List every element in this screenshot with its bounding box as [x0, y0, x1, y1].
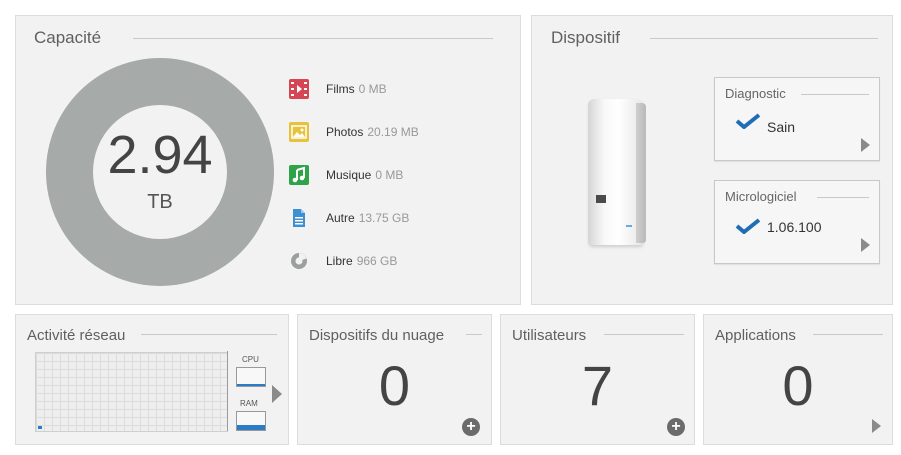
add-user-button[interactable]: + — [667, 418, 685, 436]
title-divider — [813, 334, 883, 335]
legend-item-other[interactable]: Autre 13.75 GB — [289, 207, 489, 231]
device-title: Dispositif — [551, 28, 620, 47]
legend-item-photos[interactable]: Photos 20.19 MB — [289, 121, 489, 145]
cpu-label: CPU — [242, 355, 259, 364]
music-icon — [289, 165, 309, 185]
title-divider — [133, 38, 493, 39]
title-divider — [466, 334, 482, 335]
legend-value: 20.19 MB — [367, 125, 419, 139]
legend-value: 0 MB — [358, 82, 387, 96]
checkmark-icon — [735, 113, 761, 129]
add-cloud-device-button[interactable]: + — [462, 418, 480, 436]
cloud-title: Dispositifs du nuage — [309, 327, 445, 344]
donut-center: 2.94 TB — [93, 105, 227, 239]
cpu-meter-fill — [237, 384, 265, 386]
checkmark-icon — [735, 218, 761, 234]
firmware-card[interactable]: Micrologiciel 1.06.100 — [714, 180, 880, 264]
ram-meter — [236, 411, 266, 431]
legend-value: 13.75 GB — [358, 211, 410, 225]
network-activity-panel: Activité réseau CPU RAM — [15, 314, 289, 445]
capacity-panel: Capacité 2.94 TB Films 0 MB Photos 20.19 M… — [15, 15, 521, 305]
applications-panel[interactable]: Applications 0 — [703, 314, 893, 445]
film-icon — [289, 79, 309, 99]
diagnostic-title: Diagnostic — [725, 86, 786, 101]
legend-value: 966 GB — [356, 254, 398, 268]
title-divider — [650, 38, 878, 39]
firmware-version: 1.06.100 — [767, 219, 822, 235]
legend-label: Musique — [326, 168, 372, 182]
title-divider — [141, 334, 277, 335]
cloud-devices-panel[interactable]: Dispositifs du nuage 0 + — [297, 314, 492, 445]
brand-logo — [596, 195, 606, 203]
capacity-total-value: 2.94 — [107, 125, 213, 185]
legend-item-music[interactable]: Musique 0 MB — [289, 164, 489, 188]
device-image — [588, 99, 646, 245]
legend-label: Autre — [326, 211, 355, 225]
chevron-right-icon[interactable] — [861, 238, 870, 252]
legend-label: Libre — [326, 254, 353, 268]
legend-item-free[interactable]: Libre 966 GB — [289, 250, 489, 274]
network-title: Activité réseau — [27, 327, 126, 344]
legend-value: 0 MB — [375, 168, 404, 182]
users-panel[interactable]: Utilisateurs 7 + — [500, 314, 695, 445]
firmware-title: Micrologiciel — [725, 189, 797, 204]
ram-meter-fill — [237, 424, 265, 430]
diagnostic-status: Sain — [767, 119, 796, 135]
document-icon — [289, 208, 309, 228]
device-panel: Dispositif Diagnostic Sain Micrologiciel… — [531, 15, 893, 305]
legend-label: Films — [326, 82, 355, 96]
diagnostic-card[interactable]: Diagnostic Sain — [714, 77, 880, 161]
capacity-total-unit: TB — [147, 191, 173, 213]
led-indicator — [626, 225, 632, 227]
capacity-donut-chart: 2.94 TB — [46, 58, 274, 286]
legend-label: Photos — [326, 125, 364, 139]
user-count: 7 — [581, 354, 614, 417]
chevron-right-icon[interactable] — [861, 138, 870, 152]
application-count: 0 — [782, 354, 814, 417]
ram-label: RAM — [240, 399, 258, 408]
cpu-meter — [236, 367, 266, 387]
photo-icon — [289, 122, 309, 142]
title-divider — [604, 334, 684, 335]
capacity-title: Capacité — [34, 28, 102, 47]
users-title: Utilisateurs — [512, 327, 587, 344]
chevron-right-icon[interactable] — [272, 385, 282, 403]
network-activity-graph — [35, 352, 228, 432]
apps-title: Applications — [715, 327, 796, 344]
divider — [227, 351, 228, 431]
chevron-right-icon[interactable] — [872, 419, 881, 433]
legend-item-films[interactable]: Films 0 MB — [289, 78, 489, 102]
free-space-icon — [289, 251, 309, 271]
cloud-device-count: 0 — [378, 354, 411, 417]
